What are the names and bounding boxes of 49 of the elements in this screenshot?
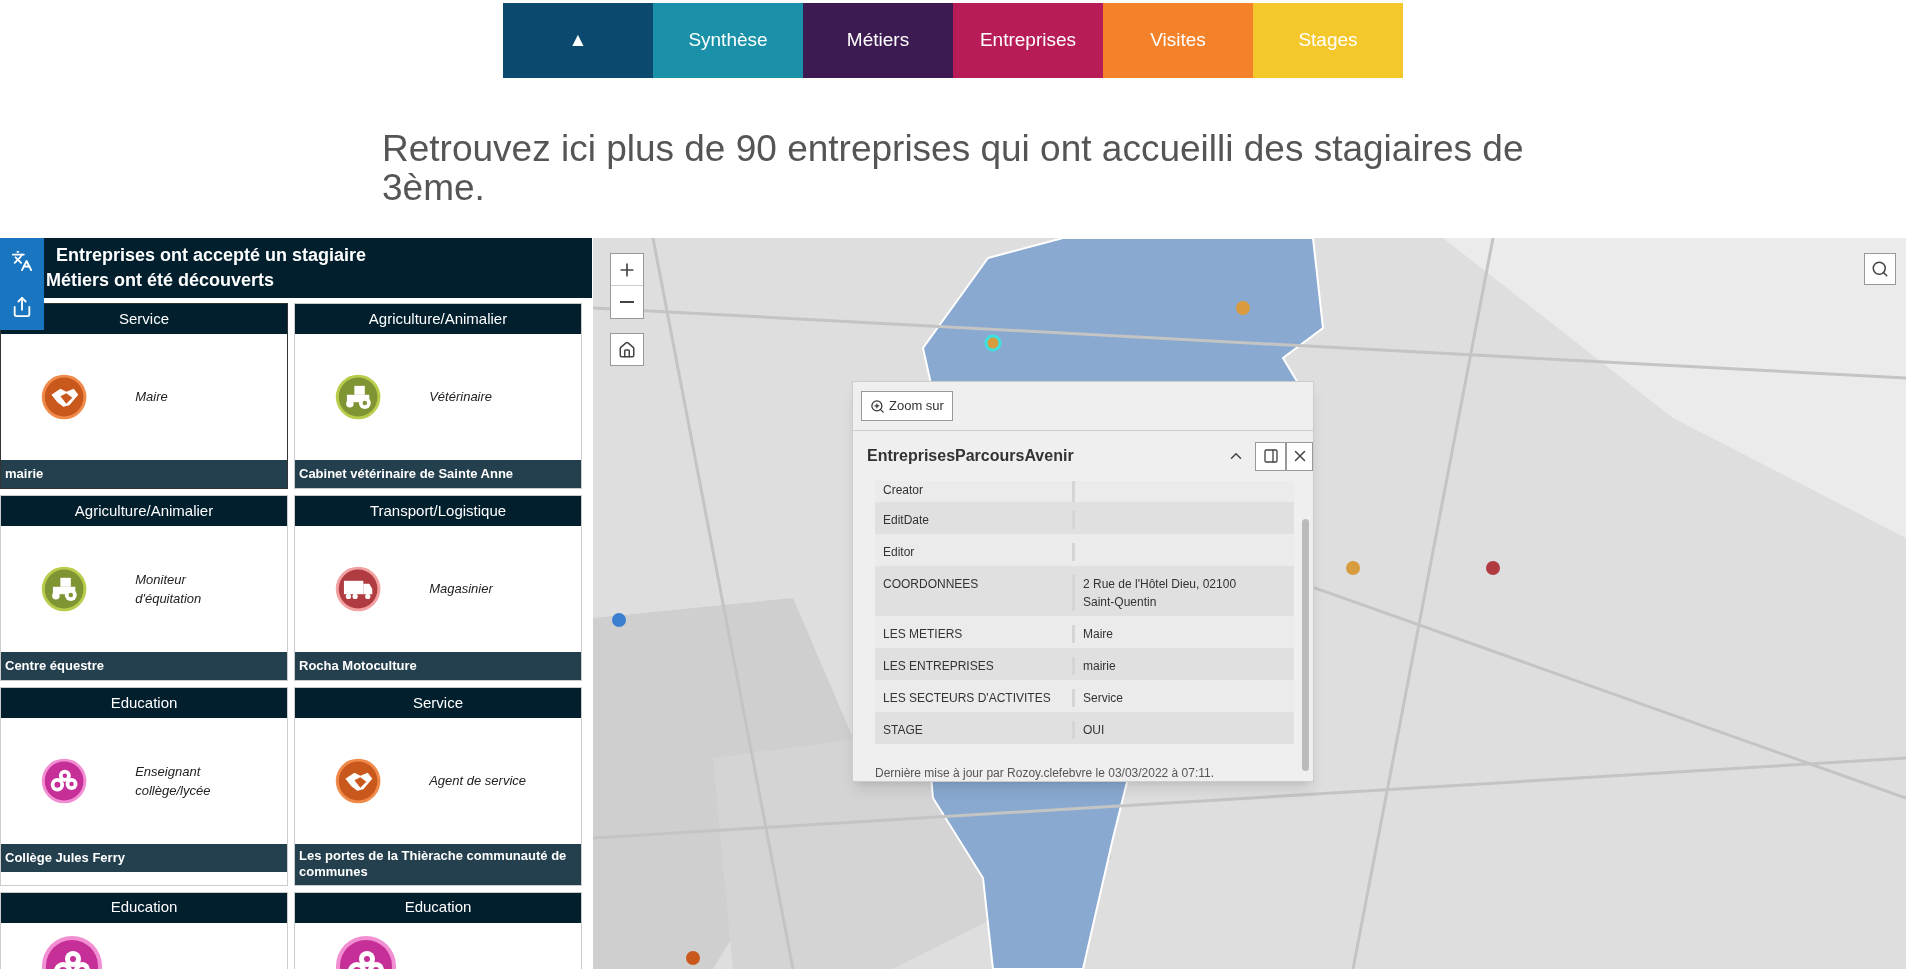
job-title: Magasinier — [429, 580, 495, 599]
job-title: Agent de service — [429, 772, 528, 791]
company-name: Cabinet vétérinaire de Sainte Anne — [295, 460, 581, 488]
sector-heading: Agriculture/Animalier — [295, 304, 581, 334]
intro-text: Retrouvez ici plus de 90 entreprises qui ont accueilli des stagiaires de 3ème. — [382, 130, 1525, 208]
company-name: Rocha Motoculture — [295, 652, 581, 680]
field-value: Service — [1082, 690, 1124, 707]
sector-heading: Transport/Logistique — [295, 496, 581, 526]
nav-tab[interactable]: Métiers — [803, 3, 953, 78]
field-value: Maire — [1082, 626, 1114, 643]
company-card[interactable]: Agriculture/Animalier Vétérinaire Cabinet vétérinaire de Sainte Anne — [294, 303, 582, 489]
company-card[interactable]: Education — [294, 891, 582, 969]
nav-tab[interactable]: ▲ — [503, 3, 653, 78]
company-name: Les portes de la Thièrache communauté de communes — [295, 844, 581, 885]
company-name: Collège Jules Ferry — [1, 844, 287, 872]
field-label: EditDate — [875, 511, 1075, 529]
field-label: Editor — [875, 543, 1075, 561]
nav-tab[interactable]: Synthèse — [653, 3, 803, 78]
last-edit-text: Dernière mise à jour par Rozoy.clefebvre le 03/03/2022 à 07:11. — [875, 765, 1216, 782]
company-card[interactable]: Service Maire mairie — [0, 303, 288, 489]
field-label: COORDONNEES — [875, 575, 1075, 611]
field-label: LES ENTREPRISES — [875, 657, 1075, 675]
company-name: Centre équestre — [1, 652, 287, 680]
nav-tab[interactable]: Entreprises — [953, 3, 1103, 78]
field-label: STAGE — [875, 721, 1075, 739]
field-value: mairie — [1082, 658, 1117, 675]
company-card[interactable]: Education — [0, 891, 288, 969]
sector-heading: Education — [1, 688, 287, 718]
job-title: Maire — [135, 388, 169, 407]
panel-title: Entreprises ont accepté un stagiaire — [55, 244, 368, 267]
field-label: LES METIERS — [875, 625, 1075, 643]
sector-heading: Service — [295, 688, 581, 718]
sector-heading: Education — [295, 892, 581, 923]
job-title: Enseignant collège/lycée — [135, 762, 212, 800]
field-value: 2 Rue de l'Hôtel Dieu, 02100 Saint-Quentin — [1082, 576, 1238, 611]
field-value: OUI — [1082, 722, 1106, 739]
company-name: mairie — [1, 460, 287, 488]
company-card[interactable]: Service Agent de service Les portes de la Thièrache communauté de communes — [294, 687, 582, 886]
company-card[interactable]: Agriculture/Animalier Moniteur d'équitation Centre équestre — [0, 495, 288, 681]
job-title: Vétérinaire — [429, 388, 494, 407]
company-card[interactable]: Transport/Logistique Magasinier Rocha Motoculture — [294, 495, 582, 681]
zoom-to-button[interactable]: Zoom sur — [861, 391, 953, 421]
field-label: LES SECTEURS D'ACTIVITES — [875, 689, 1075, 707]
sector-heading: Agriculture/Animalier — [1, 496, 287, 526]
popup-title: EntreprisesParcoursAvenir — [867, 446, 1075, 466]
sector-heading: Education — [1, 892, 287, 923]
company-card[interactable]: Education Enseignant collège/lycée Collège Jules Ferry — [0, 687, 288, 886]
panel-title: Métiers ont été découverts — [46, 269, 276, 292]
job-title: Moniteur d'équitation — [135, 570, 203, 608]
